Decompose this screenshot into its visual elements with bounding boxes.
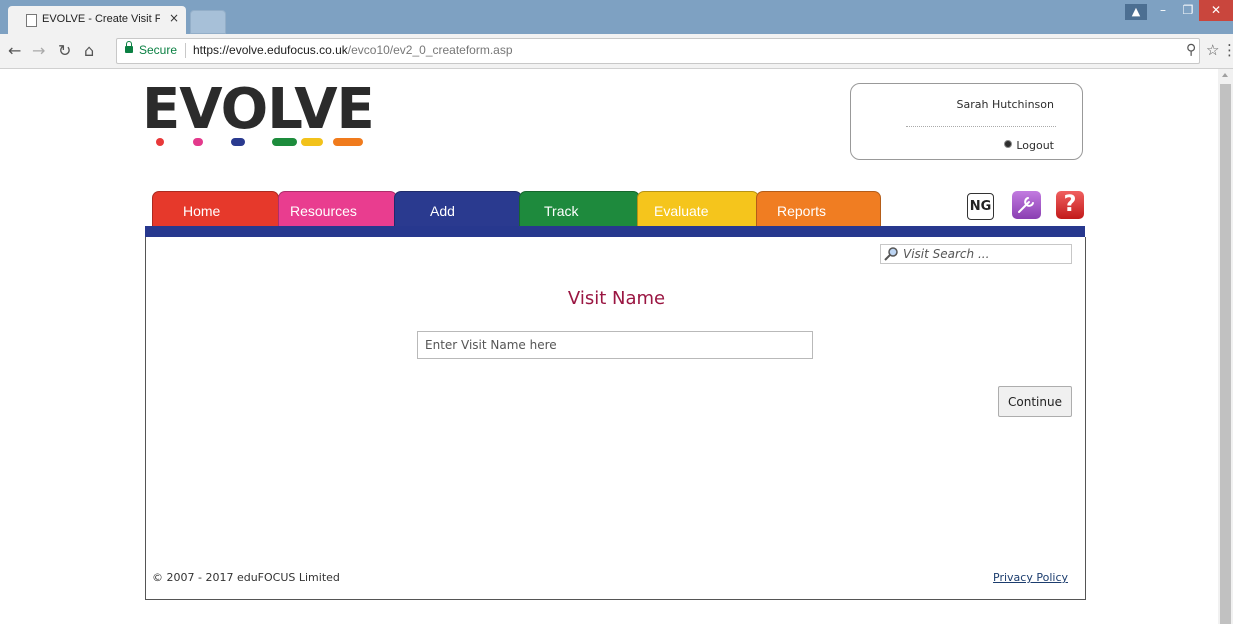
browser-title-bar: EVOLVE - Create Visit For × ▲ – ❐ ✕ — [0, 0, 1233, 34]
tab-reports[interactable]: Reports — [756, 191, 881, 227]
address-bar[interactable]: Secure https://evolve.edufocus.co.uk/evc… — [116, 38, 1200, 64]
logo-dot-green — [272, 138, 297, 146]
logout-label: Logout — [1016, 139, 1054, 152]
tab-label: Evaluate — [654, 203, 709, 219]
browser-tab[interactable]: EVOLVE - Create Visit For × — [8, 6, 186, 34]
new-tab-button[interactable] — [190, 10, 226, 34]
visit-name-input[interactable] — [417, 331, 813, 359]
tab-label: Reports — [777, 203, 827, 219]
logo-dot-yellow — [301, 138, 323, 146]
forward-icon[interactable]: → — [32, 41, 45, 60]
close-window-icon[interactable]: ✕ — [1199, 0, 1233, 21]
logo-dot-orange — [333, 138, 363, 146]
logo-dot-blue — [231, 138, 245, 146]
tab-close-icon[interactable]: × — [169, 11, 179, 25]
minimize-icon[interactable]: – — [1152, 0, 1174, 21]
scrollbar-thumb[interactable] — [1220, 84, 1231, 624]
ng-initials-button[interactable]: NG — [967, 193, 994, 220]
tab-track[interactable]: Track — [519, 191, 640, 227]
url-text[interactable]: https://evolve.edufocus.co.uk/evco10/ev2… — [193, 43, 513, 57]
tab-home[interactable]: Home — [152, 191, 279, 227]
logout-link[interactable]: Logout — [1004, 139, 1054, 152]
tab-resources[interactable]: Resources — [278, 191, 397, 227]
address-separator — [185, 43, 186, 58]
zoom-icon[interactable]: ⚲ — [1186, 42, 1196, 58]
continue-button[interactable]: Continue — [998, 386, 1072, 417]
tab-add[interactable]: Add — [394, 191, 522, 227]
lock-icon — [125, 41, 133, 53]
nav-underline-bar — [145, 226, 1085, 237]
browser-toolbar: ← → ↻ ⌂ Secure https://evolve.edufocus.c… — [0, 34, 1233, 69]
user-panel: Sarah Hutchinson Logout — [850, 83, 1083, 160]
logout-radio-icon — [1004, 140, 1013, 148]
restore-icon[interactable]: ❐ — [1177, 0, 1199, 21]
tab-title: EVOLVE - Create Visit For — [42, 13, 160, 25]
settings-wrench-icon[interactable] — [1012, 191, 1041, 219]
visit-search-input[interactable] — [903, 245, 1068, 263]
user-divider — [906, 126, 1056, 127]
vertical-scrollbar[interactable] — [1218, 69, 1233, 624]
copyright-text: © 2007 - 2017 eduFOCUS Limited — [152, 571, 340, 584]
user-profile-icon[interactable]: ▲ — [1125, 4, 1147, 20]
home-icon[interactable]: ⌂ — [84, 41, 94, 60]
tab-label: Track — [544, 203, 579, 219]
scroll-up-icon[interactable] — [1222, 73, 1228, 77]
logo-dot-red — [156, 138, 164, 146]
visit-search[interactable] — [880, 244, 1072, 264]
tab-label: Home — [183, 203, 221, 219]
user-name: Sarah Hutchinson — [956, 98, 1055, 111]
visit-name-heading: Visit Name — [567, 288, 666, 309]
url-host: https://evolve.edufocus.co.uk — [193, 43, 348, 57]
privacy-policy-link[interactable]: Privacy Policy — [993, 571, 1068, 584]
tab-label: Resources — [290, 203, 357, 219]
page-icon — [26, 14, 37, 27]
magnifier-icon — [884, 247, 898, 261]
evolve-logo[interactable]: EVOLVE — [142, 82, 375, 138]
logo-dot-pink — [193, 138, 203, 146]
secure-label: Secure — [139, 43, 178, 57]
browser-menu-icon[interactable]: ⋮ — [1222, 41, 1233, 59]
help-icon[interactable]: ? — [1056, 191, 1084, 219]
bookmark-star-icon[interactable]: ☆ — [1206, 41, 1219, 59]
url-path: /evco10/ev2_0_createform.asp — [347, 43, 513, 57]
tab-label: Add — [430, 203, 455, 219]
reload-icon[interactable]: ↻ — [58, 41, 71, 60]
tab-evaluate[interactable]: Evaluate — [637, 191, 759, 227]
back-icon[interactable]: ← — [8, 41, 21, 60]
